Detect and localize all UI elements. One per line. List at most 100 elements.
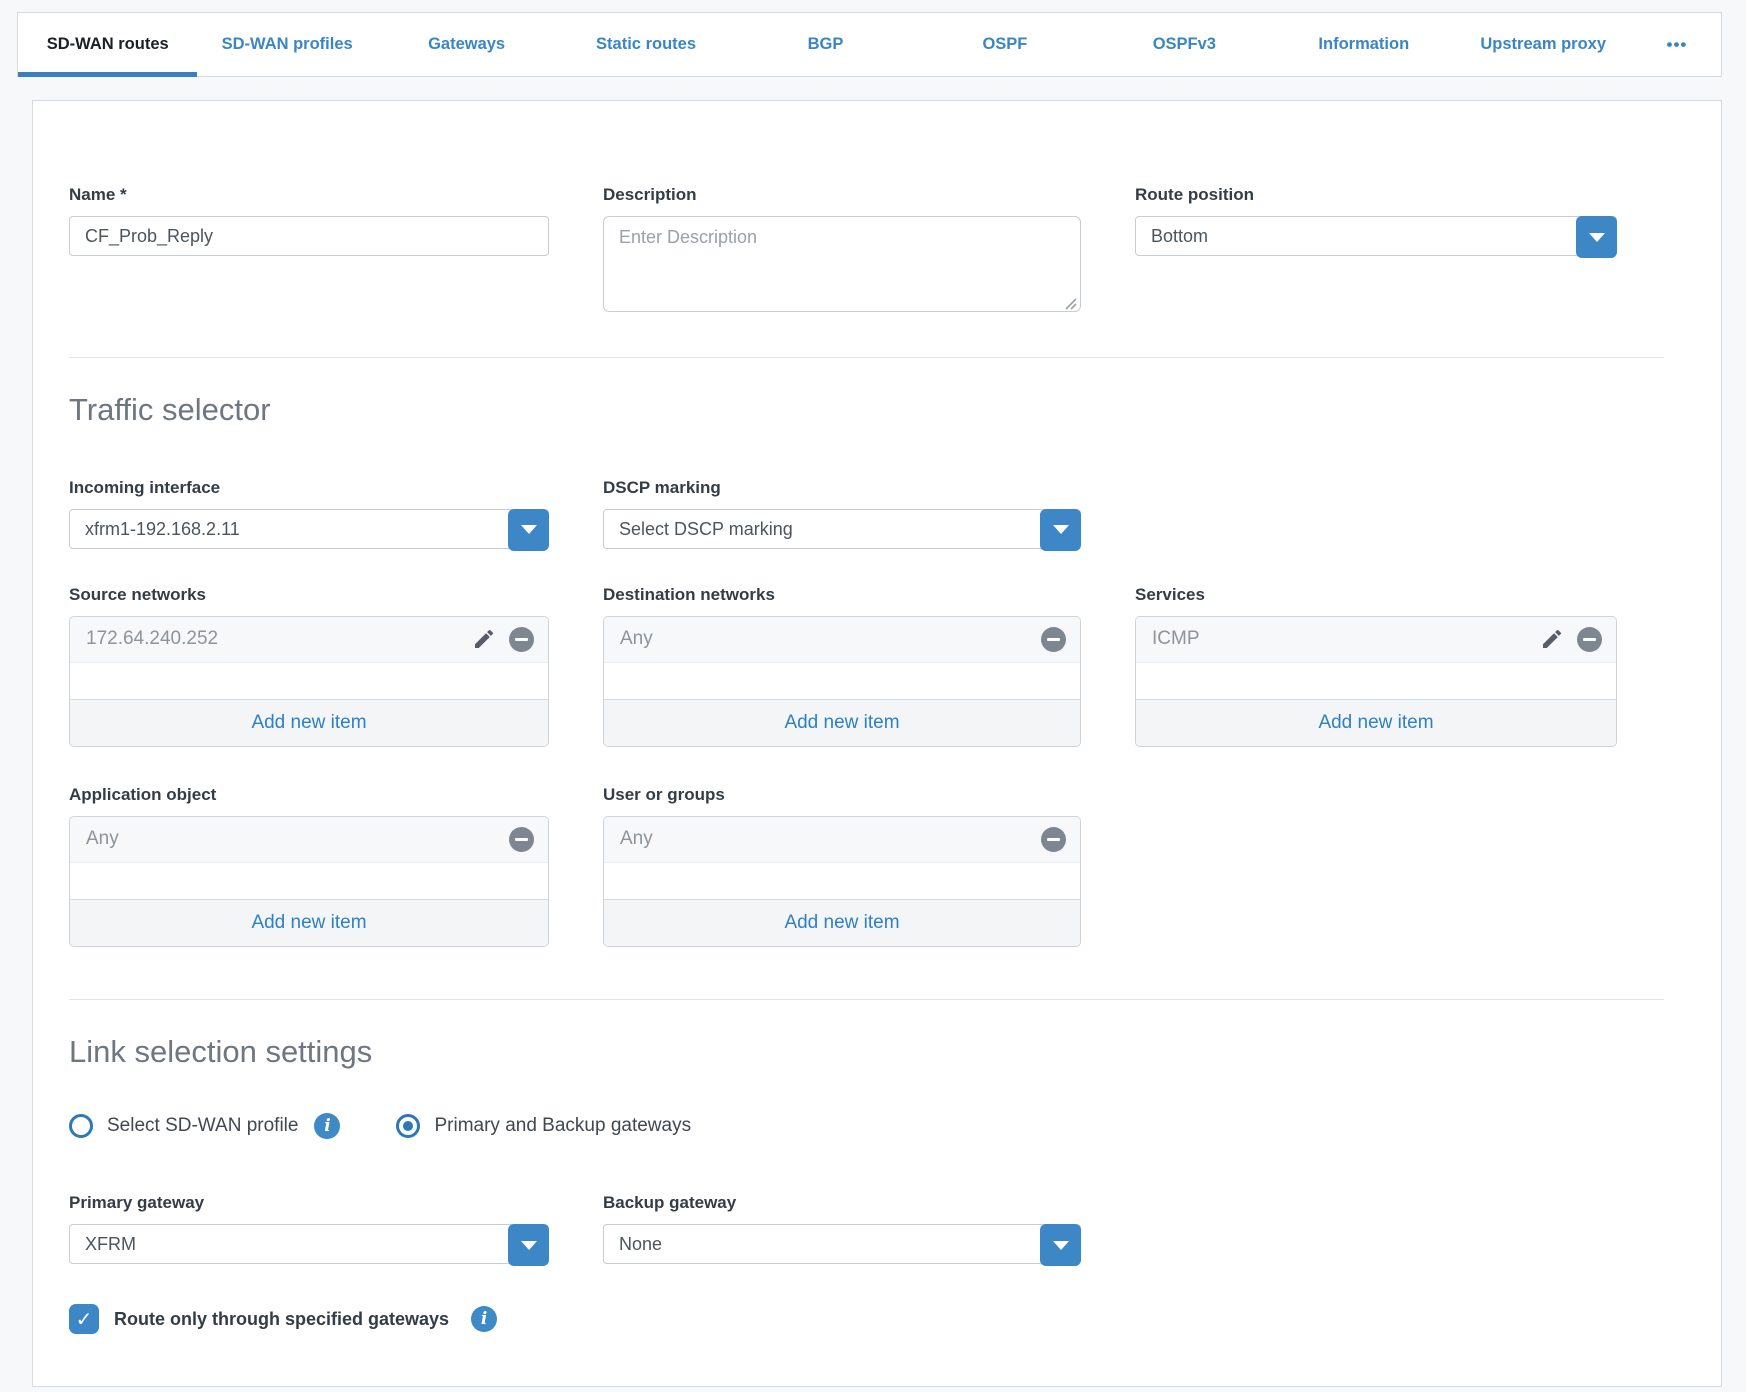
info-icon[interactable]: i — [314, 1113, 340, 1139]
primary-gateway-field-group: Primary gateway XFRM — [69, 1193, 549, 1264]
description-textarea[interactable] — [603, 216, 1081, 312]
source-networks-listbox: 172.64.240.252 Add new item — [69, 616, 549, 747]
radio-primary-backup-gateways[interactable] — [396, 1114, 420, 1138]
primary-gateway-label: Primary gateway — [69, 1193, 549, 1213]
backup-gateway-select[interactable]: None — [603, 1224, 1081, 1264]
name-label: Name * — [69, 185, 549, 205]
tab-label: Static routes — [596, 35, 696, 54]
remove-item-icon[interactable] — [509, 827, 534, 852]
chevron-down-icon[interactable] — [1576, 216, 1617, 258]
list-item-value: Any — [620, 628, 1041, 650]
dscp-marking-field-group: DSCP marking Select DSCP marking — [603, 478, 1081, 549]
description-field-group: Description — [603, 185, 1081, 317]
tab-label: OSPF — [982, 35, 1027, 54]
remove-item-icon[interactable] — [1041, 827, 1066, 852]
listbox-empty-area — [70, 663, 548, 699]
destination-networks-group: Destination networks Any Add new item — [603, 585, 1081, 747]
sdwan-route-form-card: Name * Description Route position Bottom… — [32, 100, 1722, 1387]
edit-icon[interactable] — [472, 627, 496, 651]
more-tabs-button[interactable]: ••• — [1633, 13, 1721, 76]
tab-ospfv3[interactable]: OSPFv3 — [1095, 13, 1274, 76]
list-item-value: 172.64.240.252 — [86, 628, 472, 650]
radio-select-sdwan-profile[interactable] — [69, 1114, 93, 1138]
tab-label: SD-WAN routes — [47, 35, 169, 54]
remove-item-icon[interactable] — [1041, 627, 1066, 652]
chevron-down-icon[interactable] — [508, 509, 549, 551]
traffic-selector-heading: Traffic selector — [69, 392, 1685, 428]
source-networks-group: Source networks 172.64.240.252 Add new i… — [69, 585, 549, 747]
list-item: ICMP — [1136, 617, 1616, 663]
traffic-selects-row: Incoming interface xfrm1-192.168.2.11 DS… — [69, 478, 1685, 549]
list-item-value: Any — [620, 828, 1041, 850]
services-group: Services ICMP Add new item — [1135, 585, 1617, 747]
ellipsis-icon: ••• — [1667, 35, 1688, 55]
tab-upstream-proxy[interactable]: Upstream proxy — [1454, 13, 1633, 76]
edit-icon[interactable] — [1540, 627, 1564, 651]
incoming-interface-value: xfrm1-192.168.2.11 — [70, 510, 548, 548]
tab-information[interactable]: Information — [1274, 13, 1453, 76]
description-label: Description — [603, 185, 1081, 205]
user-or-groups-listbox: Any Add new item — [603, 816, 1081, 947]
incoming-interface-label: Incoming interface — [69, 478, 549, 498]
section-divider — [69, 357, 1664, 358]
chevron-down-icon[interactable] — [508, 1224, 549, 1266]
user-or-groups-label: User or groups — [603, 785, 1081, 805]
route-only-checkbox[interactable]: ✓ — [69, 1304, 99, 1334]
route-position-label: Route position — [1135, 185, 1617, 205]
chevron-down-icon[interactable] — [1040, 1224, 1081, 1266]
backup-gateway-field-group: Backup gateway None — [603, 1193, 1081, 1264]
tab-label: OSPFv3 — [1153, 35, 1216, 54]
tab-label: BGP — [808, 35, 844, 54]
list-item: Any — [604, 817, 1080, 863]
incoming-interface-field-group: Incoming interface xfrm1-192.168.2.11 — [69, 478, 549, 549]
tab-gateways[interactable]: Gateways — [377, 13, 556, 76]
dscp-marking-value: Select DSCP marking — [604, 510, 1080, 548]
primary-gateway-select[interactable]: XFRM — [69, 1224, 549, 1264]
name-input[interactable] — [69, 216, 549, 256]
source-networks-label: Source networks — [69, 585, 549, 605]
add-new-item-button[interactable]: Add new item — [604, 899, 1080, 946]
route-position-field-group: Route position Bottom — [1135, 185, 1617, 317]
networks-services-row: Source networks 172.64.240.252 Add new i… — [69, 585, 1685, 747]
dscp-marking-select[interactable]: Select DSCP marking — [603, 509, 1081, 549]
info-icon[interactable]: i — [471, 1306, 497, 1332]
remove-item-icon[interactable] — [509, 627, 534, 652]
link-selection-radio-row: Select SD-WAN profile i Primary and Back… — [69, 1113, 1685, 1139]
add-new-item-button[interactable]: Add new item — [70, 699, 548, 746]
application-users-row: Application object Any Add new item User… — [69, 785, 1685, 947]
services-listbox: ICMP Add new item — [1135, 616, 1617, 747]
user-or-groups-group: User or groups Any Add new item — [603, 785, 1081, 947]
backup-gateway-label: Backup gateway — [603, 1193, 1081, 1213]
add-new-item-button[interactable]: Add new item — [604, 699, 1080, 746]
route-only-row: ✓ Route only through specified gateways … — [69, 1304, 1685, 1334]
general-settings-row: Name * Description Route position Bottom — [69, 185, 1685, 317]
route-position-select[interactable]: Bottom — [1135, 216, 1617, 256]
services-label: Services — [1135, 585, 1617, 605]
list-item: Any — [70, 817, 548, 863]
route-only-label: Route only through specified gateways — [114, 1309, 449, 1330]
backup-gateway-value: None — [604, 1225, 1080, 1263]
remove-item-icon[interactable] — [1577, 627, 1602, 652]
listbox-empty-area — [604, 863, 1080, 899]
routing-tab-bar: SD-WAN routes SD-WAN profiles Gateways S… — [17, 12, 1722, 77]
route-position-value: Bottom — [1136, 217, 1616, 255]
gateways-row: Primary gateway XFRM Backup gateway None — [69, 1193, 1685, 1264]
destination-networks-listbox: Any Add new item — [603, 616, 1081, 747]
dscp-marking-label: DSCP marking — [603, 478, 1081, 498]
incoming-interface-select[interactable]: xfrm1-192.168.2.11 — [69, 509, 549, 549]
tab-label: SD-WAN profiles — [222, 35, 353, 54]
chevron-down-icon[interactable] — [1040, 509, 1081, 551]
application-object-label: Application object — [69, 785, 549, 805]
add-new-item-button[interactable]: Add new item — [70, 899, 548, 946]
tab-static-routes[interactable]: Static routes — [556, 13, 735, 76]
tab-ospf[interactable]: OSPF — [915, 13, 1094, 76]
tab-sd-wan-profiles[interactable]: SD-WAN profiles — [197, 13, 376, 76]
tab-bgp[interactable]: BGP — [736, 13, 915, 76]
tab-label: Upstream proxy — [1480, 35, 1606, 54]
add-new-item-button[interactable]: Add new item — [1136, 699, 1616, 746]
list-item-value: ICMP — [1152, 628, 1540, 650]
list-item: 172.64.240.252 — [70, 617, 548, 663]
radio-label: Select SD-WAN profile — [107, 1115, 298, 1137]
tab-sd-wan-routes[interactable]: SD-WAN routes — [18, 13, 197, 76]
destination-networks-label: Destination networks — [603, 585, 1081, 605]
